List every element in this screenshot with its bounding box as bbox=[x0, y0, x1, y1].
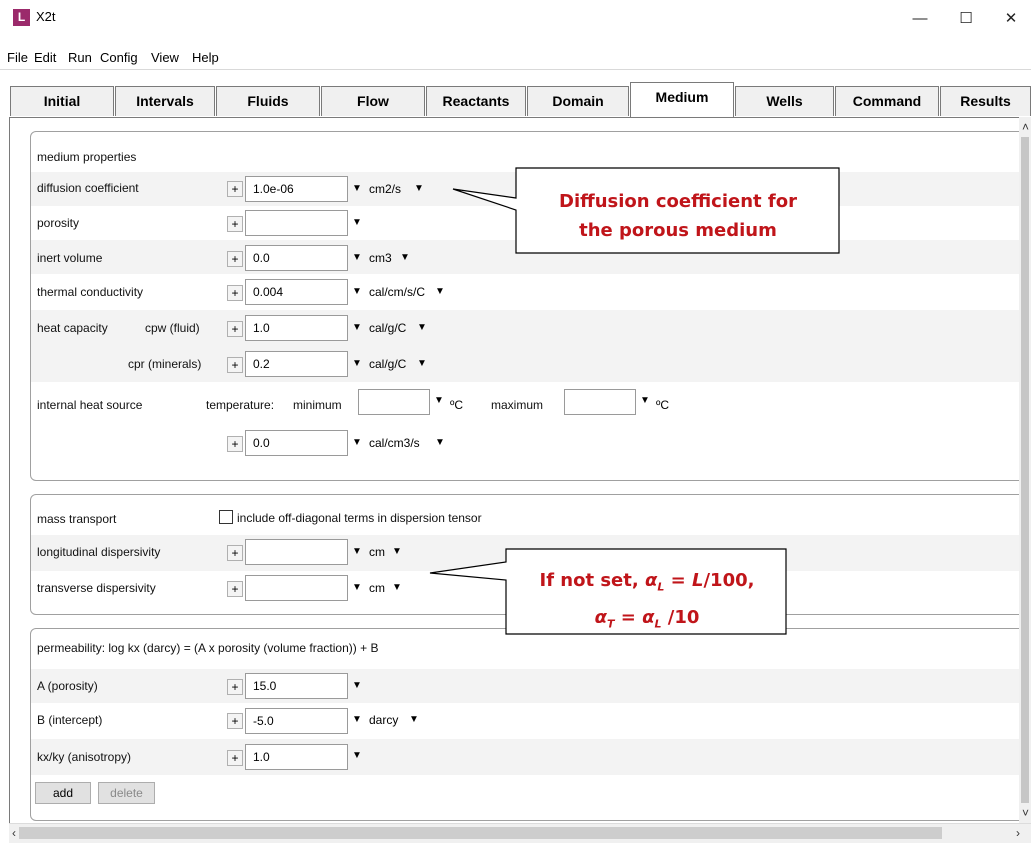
equals-2: = bbox=[614, 606, 643, 628]
alpha-t-symbol: α bbox=[594, 606, 607, 628]
diffusion-callout-text: Diffusion coefficient for the porous med… bbox=[530, 187, 826, 245]
callout-prefix: If not set, bbox=[539, 570, 645, 591]
dispersivity-callout-text: If not set, αL = L/100, αT = αL /10 bbox=[518, 566, 776, 639]
divide-100: /100, bbox=[703, 570, 755, 591]
callout-shapes bbox=[429, 167, 840, 635]
alpha-l-symbol-2: α bbox=[642, 606, 655, 628]
diffusion-callout-line2: the porous medium bbox=[579, 220, 777, 241]
divide-10: /10 bbox=[661, 606, 700, 628]
length-symbol: L bbox=[692, 570, 704, 591]
diffusion-callout-line1: Diffusion coefficient for bbox=[559, 191, 797, 212]
tab-medium[interactable]: Medium bbox=[630, 82, 734, 117]
alpha-l-symbol: α bbox=[644, 570, 658, 591]
alpha-l-subscript-2: L bbox=[654, 617, 662, 631]
dispersivity-callout-line1: If not set, αL = L/100, bbox=[518, 566, 776, 603]
equals-1: = bbox=[664, 570, 692, 591]
dispersivity-callout-line2: αT = αL /10 bbox=[518, 603, 776, 640]
